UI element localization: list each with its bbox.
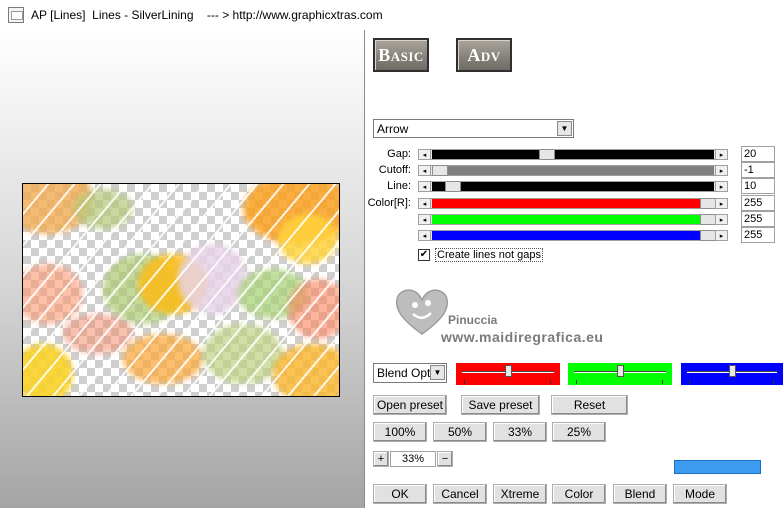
style-select[interactable]: Arrow ▼ xyxy=(373,119,574,138)
slider-right-arrow-icon[interactable]: ▸ xyxy=(715,198,728,209)
blend-color-slider[interactable] xyxy=(568,363,672,385)
slider-left-arrow-icon[interactable]: ◂ xyxy=(418,181,431,192)
slider-right-arrow-icon[interactable]: ▸ xyxy=(715,214,728,225)
slider-left-arrow-icon[interactable]: ◂ xyxy=(418,165,431,176)
create-lines-label[interactable]: Create lines not gaps xyxy=(435,248,543,262)
watermark-url: www.maidiregrafica.eu xyxy=(441,329,604,345)
blend-slider-knob[interactable] xyxy=(505,365,512,377)
blend-slider-tick xyxy=(576,380,577,384)
blend-select-value: Blend Opti xyxy=(377,366,434,380)
zoom-50-button[interactable]: 50% xyxy=(433,422,487,442)
chevron-down-icon[interactable]: ▼ xyxy=(557,121,572,136)
slider-label: Cutoff: xyxy=(378,164,411,176)
slider-track[interactable] xyxy=(432,198,716,209)
blend-slider-tick xyxy=(464,380,465,384)
chevron-down-icon[interactable]: ▼ xyxy=(430,365,445,380)
xtreme-button[interactable]: Xtreme xyxy=(493,484,547,504)
slider-label: Line: xyxy=(387,180,411,192)
basic-mode-button[interactable]: Basic xyxy=(373,38,429,72)
slider-value-field[interactable]: 255 xyxy=(741,227,775,243)
slider-track[interactable] xyxy=(432,230,716,241)
slider-thumb[interactable] xyxy=(700,214,716,225)
app-icon xyxy=(8,7,24,23)
slider-left-arrow-icon[interactable]: ◂ xyxy=(418,198,431,209)
value-slider[interactable]: ◂ ▸ xyxy=(418,165,728,176)
zoom-in-button[interactable]: + xyxy=(373,451,389,467)
zoom-out-button[interactable]: − xyxy=(437,451,453,467)
slider-thumb[interactable] xyxy=(445,181,461,192)
value-slider[interactable]: ◂ ▸ xyxy=(418,214,728,225)
slider-label: Gap: xyxy=(387,148,411,160)
title-bar: AP [Lines] Lines - SilverLining --- > ht… xyxy=(0,0,783,30)
blend-slider-tick xyxy=(550,380,551,384)
style-select-value: Arrow xyxy=(377,121,409,136)
slider-value-field[interactable]: 255 xyxy=(741,211,775,227)
zoom-100-button[interactable]: 100% xyxy=(373,422,427,442)
value-slider[interactable]: ◂ ▸ xyxy=(418,149,728,160)
zoom-33-button[interactable]: 33% xyxy=(493,422,547,442)
slider-right-arrow-icon[interactable]: ▸ xyxy=(715,181,728,192)
slider-thumb[interactable] xyxy=(432,165,448,176)
zoom-value[interactable]: 33% xyxy=(390,451,436,467)
slider-track[interactable] xyxy=(432,181,714,192)
controls-pane: Basic Adv Arrow ▼ Gap: ◂ ▸ 20 Cutoff: ◂ ▸ -1 Lin… xyxy=(365,30,783,508)
value-slider[interactable]: ◂ ▸ xyxy=(418,230,728,241)
blend-slider-tick xyxy=(773,380,774,384)
adv-mode-button[interactable]: Adv xyxy=(456,38,512,72)
slider-value-field[interactable]: 20 xyxy=(741,146,775,162)
watermark-name: Pinuccia xyxy=(448,313,498,327)
slider-thumb[interactable] xyxy=(700,198,716,209)
reset-button[interactable]: Reset xyxy=(551,395,628,415)
slider-track[interactable] xyxy=(432,165,714,176)
slider-right-arrow-icon[interactable]: ▸ xyxy=(715,230,728,241)
blend-color-slider[interactable] xyxy=(681,363,783,385)
slider-value-field[interactable]: -1 xyxy=(741,162,775,178)
cancel-button[interactable]: Cancel xyxy=(433,484,487,504)
blend-slider-knob[interactable] xyxy=(729,365,736,377)
preview-pane xyxy=(0,30,364,508)
slider-thumb[interactable] xyxy=(539,149,555,160)
slider-value-field[interactable]: 255 xyxy=(741,195,775,211)
color-swatch[interactable] xyxy=(674,460,761,474)
slider-track[interactable] xyxy=(432,214,716,225)
ok-button[interactable]: OK xyxy=(373,484,427,504)
blend-button[interactable]: Blend xyxy=(613,484,667,504)
window-title: AP [Lines] Lines - SilverLining --- > ht… xyxy=(31,8,383,22)
blend-select[interactable]: Blend Opti ▼ xyxy=(373,363,447,383)
slider-value-field[interactable]: 10 xyxy=(741,178,775,194)
slider-left-arrow-icon[interactable]: ◂ xyxy=(418,214,431,225)
slider-left-arrow-icon[interactable]: ◂ xyxy=(418,230,431,241)
slider-right-arrow-icon[interactable]: ▸ xyxy=(715,149,728,160)
value-slider[interactable]: ◂ ▸ xyxy=(418,198,728,209)
mode-button[interactable]: Mode xyxy=(673,484,727,504)
blend-slider-tick xyxy=(689,380,690,384)
slider-track[interactable] xyxy=(432,149,714,160)
slider-left-arrow-icon[interactable]: ◂ xyxy=(418,149,431,160)
preview-image xyxy=(22,183,340,397)
slider-thumb[interactable] xyxy=(700,230,716,241)
save-preset-button[interactable]: Save preset xyxy=(461,395,540,415)
blend-color-slider[interactable] xyxy=(456,363,560,385)
create-lines-checkbox[interactable]: ✔ xyxy=(418,249,430,261)
zoom-25-button[interactable]: 25% xyxy=(552,422,606,442)
color-button[interactable]: Color xyxy=(552,484,606,504)
slider-label: Color[R]: xyxy=(367,197,411,209)
value-slider[interactable]: ◂ ▸ xyxy=(418,181,728,192)
blend-slider-knob[interactable] xyxy=(617,365,624,377)
blend-slider-tick xyxy=(662,380,663,384)
open-preset-button[interactable]: Open preset xyxy=(373,395,447,415)
slider-right-arrow-icon[interactable]: ▸ xyxy=(715,165,728,176)
